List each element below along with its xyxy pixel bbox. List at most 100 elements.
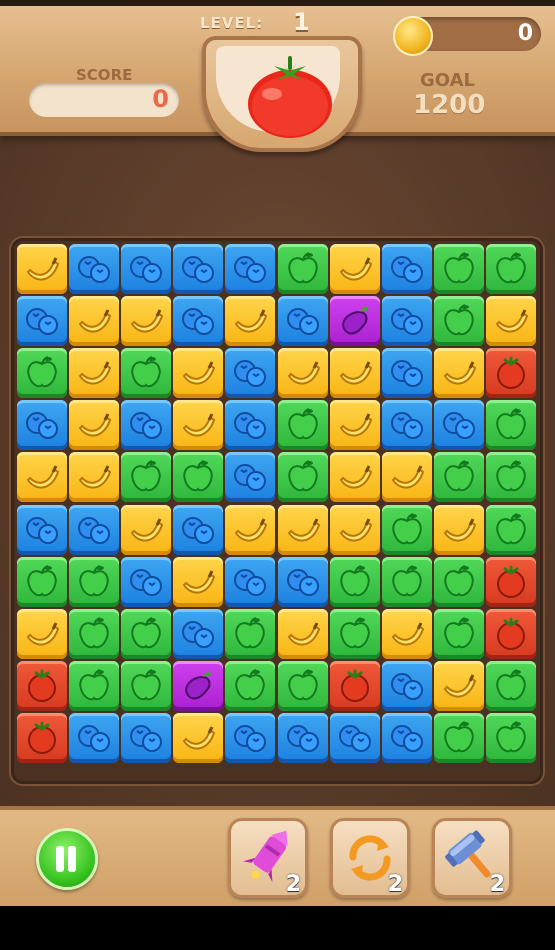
tile-blueberry[interactable] <box>121 712 172 763</box>
tile-eggplant[interactable] <box>173 660 224 711</box>
tile-blueberry[interactable] <box>121 244 172 294</box>
tile-banana[interactable] <box>69 296 120 347</box>
tile-blueberry[interactable] <box>277 712 328 763</box>
tile-apple[interactable] <box>121 452 172 503</box>
tile-banana[interactable] <box>433 660 484 711</box>
tile-apple[interactable] <box>121 608 172 659</box>
tile-apple[interactable] <box>225 608 276 659</box>
tile-blueberry[interactable] <box>225 244 276 294</box>
tile-blueberry[interactable] <box>225 712 276 763</box>
tile-banana[interactable] <box>329 452 380 503</box>
tile-blueberry[interactable] <box>225 400 276 451</box>
tile-apple[interactable] <box>433 608 484 659</box>
tile-banana[interactable] <box>69 452 120 503</box>
tile-banana[interactable] <box>121 296 172 347</box>
tile-banana[interactable] <box>17 452 67 503</box>
tile-tomato[interactable] <box>485 348 536 399</box>
tile-blueberry[interactable] <box>225 348 276 399</box>
tile-blueberry[interactable] <box>381 660 432 711</box>
tile-blueberry[interactable] <box>329 712 380 763</box>
tile-banana[interactable] <box>173 400 224 451</box>
tile-apple[interactable] <box>485 452 536 503</box>
tile-blueberry[interactable] <box>225 556 276 607</box>
tile-blueberry[interactable] <box>173 244 224 294</box>
tile-tomato[interactable] <box>485 608 536 659</box>
tile-apple[interactable] <box>17 556 67 607</box>
tile-apple[interactable] <box>433 296 484 347</box>
tile-blueberry[interactable] <box>173 504 224 555</box>
tile-blueberry[interactable] <box>381 244 432 294</box>
tile-banana[interactable] <box>225 296 276 347</box>
tile-banana[interactable] <box>17 608 67 659</box>
tile-blueberry[interactable] <box>69 504 120 555</box>
tile-blueberry[interactable] <box>381 296 432 347</box>
tile-apple[interactable] <box>69 660 120 711</box>
tile-apple[interactable] <box>329 608 380 659</box>
tile-banana[interactable] <box>381 608 432 659</box>
tile-apple[interactable] <box>433 712 484 763</box>
tile-blueberry[interactable] <box>69 244 120 294</box>
tile-banana[interactable] <box>485 296 536 347</box>
tile-blueberry[interactable] <box>17 504 67 555</box>
tile-blueberry[interactable] <box>277 296 328 347</box>
tile-apple[interactable] <box>121 348 172 399</box>
tile-banana[interactable] <box>329 400 380 451</box>
tile-apple[interactable] <box>433 556 484 607</box>
tile-apple[interactable] <box>381 504 432 555</box>
tile-blueberry[interactable] <box>277 556 328 607</box>
tile-apple[interactable] <box>381 556 432 607</box>
tile-apple[interactable] <box>17 348 67 399</box>
tile-blueberry[interactable] <box>17 296 67 347</box>
tile-blueberry[interactable] <box>433 400 484 451</box>
tile-banana[interactable] <box>329 244 380 294</box>
tile-blueberry[interactable] <box>121 400 172 451</box>
tile-apple[interactable] <box>485 660 536 711</box>
tile-apple[interactable] <box>485 244 536 294</box>
tile-apple[interactable] <box>69 608 120 659</box>
tile-apple[interactable] <box>485 712 536 763</box>
tile-banana[interactable] <box>17 244 67 294</box>
tile-blueberry[interactable] <box>381 712 432 763</box>
tile-apple[interactable] <box>277 400 328 451</box>
tile-apple[interactable] <box>225 660 276 711</box>
tile-apple[interactable] <box>277 244 328 294</box>
tile-apple[interactable] <box>277 660 328 711</box>
tile-tomato[interactable] <box>485 556 536 607</box>
tile-banana[interactable] <box>173 712 224 763</box>
tile-banana[interactable] <box>69 400 120 451</box>
tile-apple[interactable] <box>433 244 484 294</box>
tile-apple[interactable] <box>277 452 328 503</box>
tile-tomato[interactable] <box>17 712 67 763</box>
tile-blueberry[interactable] <box>173 296 224 347</box>
tile-banana[interactable] <box>173 348 224 399</box>
tile-blueberry[interactable] <box>225 452 276 503</box>
tile-banana[interactable] <box>277 348 328 399</box>
tile-blueberry[interactable] <box>121 556 172 607</box>
tile-tomato[interactable] <box>17 660 67 711</box>
tile-blueberry[interactable] <box>17 400 67 451</box>
tile-tomato[interactable] <box>329 660 380 711</box>
tile-banana[interactable] <box>329 504 380 555</box>
tile-apple[interactable] <box>69 556 120 607</box>
tile-banana[interactable] <box>277 504 328 555</box>
tile-banana[interactable] <box>121 504 172 555</box>
tile-apple[interactable] <box>433 452 484 503</box>
tile-banana[interactable] <box>225 504 276 555</box>
tile-banana[interactable] <box>381 452 432 503</box>
booster-rocket-button[interactable]: 2 <box>228 818 308 898</box>
pause-button[interactable] <box>36 828 98 890</box>
tile-apple[interactable] <box>173 452 224 503</box>
tile-eggplant[interactable] <box>329 296 380 347</box>
tile-blueberry[interactable] <box>381 348 432 399</box>
tile-banana[interactable] <box>433 504 484 555</box>
tile-apple[interactable] <box>485 504 536 555</box>
tile-blueberry[interactable] <box>173 608 224 659</box>
tile-banana[interactable] <box>329 348 380 399</box>
booster-hammer-button[interactable]: 2 <box>432 818 512 898</box>
tile-apple[interactable] <box>485 400 536 451</box>
tile-apple[interactable] <box>329 556 380 607</box>
tile-banana[interactable] <box>277 608 328 659</box>
tile-blueberry[interactable] <box>381 400 432 451</box>
tile-blueberry[interactable] <box>69 712 120 763</box>
booster-shuffle-button[interactable]: 2 <box>330 818 410 898</box>
